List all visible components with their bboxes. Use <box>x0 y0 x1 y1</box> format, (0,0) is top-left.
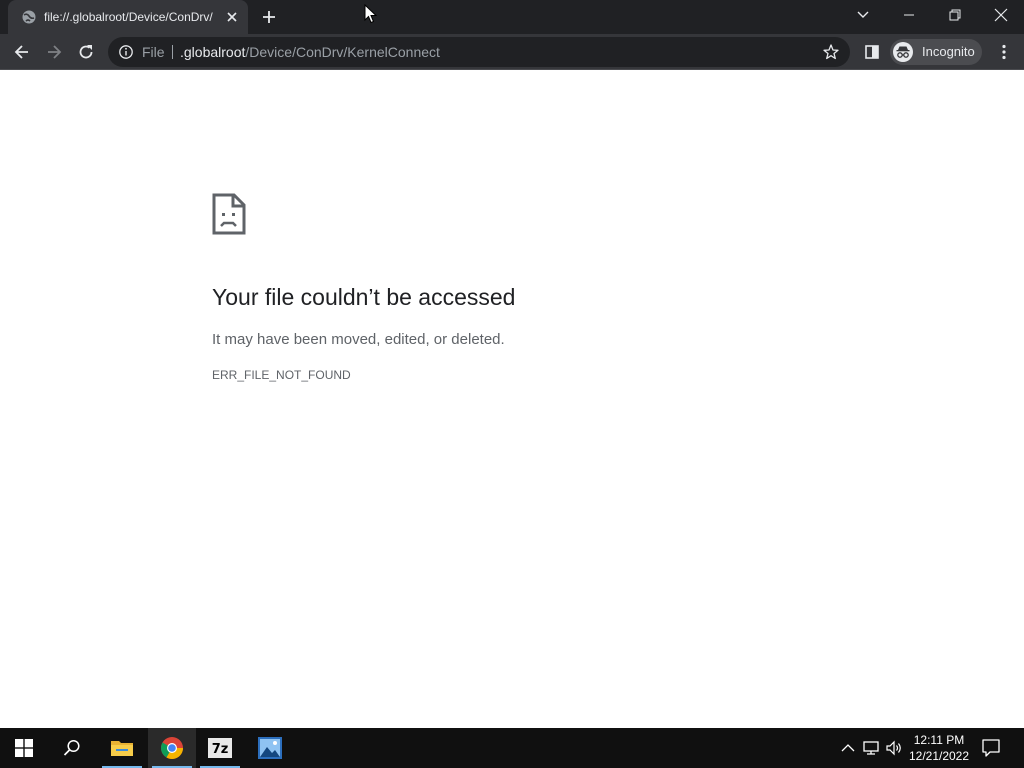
sad-file-icon <box>212 193 246 235</box>
star-icon[interactable] <box>822 43 840 61</box>
folder-icon <box>111 741 133 756</box>
windows-logo-icon <box>15 739 33 757</box>
incognito-profile-button[interactable]: Incognito <box>890 39 982 65</box>
address-bar[interactable]: File .globalroot/Device/ConDrv/KernelCon… <box>108 37 850 67</box>
plus-icon[interactable] <box>260 8 278 26</box>
back-arrow-icon[interactable] <box>12 42 32 62</box>
7zip-icon: 7z <box>208 738 232 758</box>
taskbar-app-chrome[interactable] <box>148 728 196 768</box>
site-scheme-chip[interactable]: File <box>142 44 165 60</box>
incognito-label: Incognito <box>922 44 975 59</box>
network-icon[interactable] <box>861 738 881 758</box>
reload-icon[interactable] <box>76 42 96 62</box>
photos-icon <box>258 737 282 759</box>
restore-button[interactable] <box>932 0 978 30</box>
search-button[interactable] <box>48 728 96 768</box>
info-icon[interactable] <box>118 44 134 60</box>
clock-time: 12:11 PM <box>913 733 965 747</box>
window-close-button[interactable] <box>978 0 1024 30</box>
error-code: ERR_FILE_NOT_FOUND <box>212 368 351 382</box>
system-clock[interactable]: 12:11 PM 12/21/2022 <box>906 732 972 764</box>
search-icon <box>63 739 80 756</box>
url-text[interactable]: .globalroot/Device/ConDrv/KernelConnect <box>180 44 440 60</box>
volume-icon[interactable] <box>884 738 904 758</box>
taskbar-app-photos[interactable] <box>246 728 294 768</box>
taskbar-app-7zip[interactable]: 7z <box>196 728 244 768</box>
7zip-label: 7z <box>212 742 229 757</box>
kebab-menu-icon[interactable] <box>994 42 1014 62</box>
restore-icon <box>949 9 961 21</box>
omnibox-divider <box>172 45 173 59</box>
url-host: .globalroot <box>180 44 246 60</box>
chevron-up-icon[interactable] <box>838 738 858 758</box>
mouse-cursor-icon <box>364 4 378 24</box>
windows-taskbar: 7z 12:11 PM 12/21/2022 <box>0 728 1024 768</box>
incognito-icon <box>893 42 913 62</box>
minimize-button[interactable] <box>886 0 932 30</box>
minimize-icon <box>904 14 914 16</box>
close-icon[interactable] <box>224 9 240 25</box>
side-panel-icon[interactable] <box>862 42 882 62</box>
error-title: Your file couldn’t be accessed <box>212 284 516 310</box>
tab-title: file://.globalroot/Device/ConDrv/ <box>44 10 213 24</box>
browser-toolbar: File .globalroot/Device/ConDrv/KernelCon… <box>0 34 1024 70</box>
url-path: /Device/ConDrv/KernelConnect <box>245 44 440 60</box>
chevron-down-icon[interactable] <box>851 6 875 24</box>
globe-icon <box>22 10 36 24</box>
error-description: It may have been moved, edited, or delet… <box>212 331 505 348</box>
notification-icon[interactable] <box>980 737 1002 759</box>
tab-strip: file://.globalroot/Device/ConDrv/ <box>0 0 1024 34</box>
close-icon <box>994 8 1008 22</box>
browser-tab[interactable]: file://.globalroot/Device/ConDrv/ <box>8 0 248 34</box>
forward-arrow-icon[interactable] <box>44 42 64 62</box>
clock-date: 12/21/2022 <box>908 749 970 763</box>
start-button[interactable] <box>0 728 48 768</box>
chrome-icon <box>161 737 183 759</box>
taskbar-app-file-explorer[interactable] <box>98 728 146 768</box>
error-page: Your file couldn’t be accessed It may ha… <box>0 71 1024 728</box>
